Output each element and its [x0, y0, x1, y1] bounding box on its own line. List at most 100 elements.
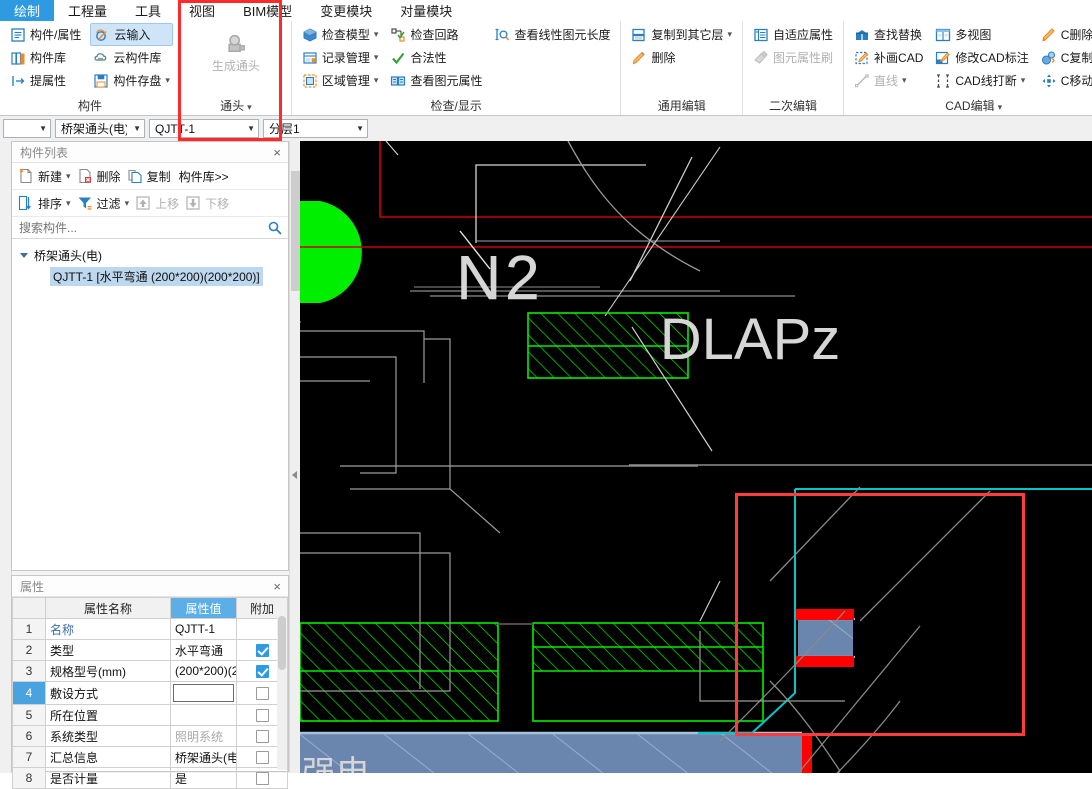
chevron-down-icon[interactable]: ▼ [247, 124, 255, 133]
ribbon-button-c-copy[interactable]: C复制 [1038, 46, 1092, 69]
expand-triangle-icon[interactable] [20, 252, 28, 258]
ribbon-button-properties[interactable]: 构件/属性 [7, 23, 84, 46]
search-icon[interactable] [267, 220, 283, 236]
ribbon-button-break-line[interactable]: CAD线打断 ▾ [932, 69, 1031, 92]
ribbon-button-extract[interactable]: 提属性 [7, 69, 84, 92]
component-button-filter[interactable]: 过滤 ▾ [74, 192, 133, 214]
ribbon-group-title[interactable]: CAD编辑 ▾ [848, 97, 1092, 115]
menu-item-1[interactable]: 绘制 [0, 0, 55, 21]
ribbon-group-title[interactable]: 通头 ▾ [185, 97, 287, 115]
ribbon-button-delete-pen[interactable]: 删除 [628, 46, 735, 69]
chevron-down-icon[interactable]: ▾ [1021, 75, 1026, 86]
list-item[interactable]: QJTT-1 [水平弯通 (200*200)(200*200)] [50, 267, 263, 286]
ribbon-button-find-replace[interactable]: 查找替换 [851, 23, 926, 46]
cad-drawing-canvas[interactable]: N2 DLAPz 强电 [300, 141, 1092, 773]
component-button-new-file[interactable]: 新建 ▾ [15, 165, 74, 187]
property-value-input[interactable] [173, 684, 234, 702]
ribbon-button-measure-length[interactable]: 查看线性图元长度 [491, 23, 613, 46]
ribbon-button-check-model[interactable]: 检查模型 ▾ [299, 23, 382, 46]
attach-checkbox[interactable] [255, 709, 269, 723]
ribbon-button-view-element-props[interactable]: 查看图元属性 [387, 69, 485, 92]
chevron-down-icon[interactable]: ▾ [374, 75, 379, 86]
ribbon-button-cloud-library[interactable]: 云构件库 [90, 46, 173, 69]
attach-checkbox[interactable] [255, 644, 269, 658]
property-value[interactable]: (200*200)(2... [170, 660, 237, 682]
ribbon-button-adaptive-property[interactable]: 自适应属性 [750, 23, 836, 46]
menu-item-2[interactable]: 工程量 [54, 0, 121, 21]
copy-file-icon [128, 169, 142, 184]
ribbon-button-copy-to-layer[interactable]: 复制到其它层 ▾ [628, 23, 735, 46]
ribbon-button-cloud-input[interactable]: 云输入 [90, 23, 173, 46]
table-row[interactable]: 2 类型 水平弯通 [12, 639, 288, 661]
scroll-left-arrow-icon[interactable] [292, 471, 297, 479]
ribbon-button-edit-cad-dim[interactable]: 修改CAD标注 [932, 46, 1031, 69]
chevron-down-icon[interactable]: ▾ [998, 102, 1003, 112]
chevron-down-icon[interactable]: ▼ [133, 124, 141, 133]
chevron-down-icon[interactable]: ▾ [727, 29, 732, 40]
component-button-sort[interactable]: 排序 ▾ [15, 192, 74, 214]
menu-item-7[interactable]: 对量模块 [386, 0, 466, 21]
table-row[interactable]: 6 系统类型 照明系统 [12, 725, 288, 747]
chevron-down-icon[interactable]: ▾ [374, 29, 379, 40]
selector-combo-2[interactable]: 桥架通头(电) ▼ [55, 119, 145, 138]
table-row[interactable]: 3规格型号(mm)(200*200)(2... [12, 660, 288, 682]
component-button-delete-file[interactable]: 删除 [74, 165, 124, 187]
ribbon-button-check-mark[interactable]: 合法性 [387, 46, 485, 69]
chevron-down-icon[interactable]: ▼ [356, 124, 364, 133]
ribbon-button-multi-view[interactable]: 多视图 [932, 23, 1031, 46]
attach-checkbox[interactable] [255, 730, 269, 744]
attach-checkbox[interactable] [255, 687, 269, 701]
property-value[interactable] [170, 681, 237, 705]
close-icon[interactable]: × [270, 580, 284, 593]
property-scrollbar[interactable] [277, 614, 287, 770]
ribbon-button-c-delete[interactable]: C删除 [1038, 23, 1092, 46]
chevron-down-icon[interactable]: ▾ [66, 171, 71, 182]
scrollbar-thumb[interactable] [291, 171, 300, 291]
chevron-down-icon[interactable]: ▾ [902, 75, 907, 86]
menu-item-5[interactable]: BIM模型 [229, 0, 306, 21]
table-row[interactable]: 7 汇总信息 桥架通头(电) [12, 746, 288, 768]
selector-combo-3[interactable]: QJTT-1 ▼ [149, 119, 259, 138]
ribbon-button-area-manage[interactable]: 区域管理 ▾ [299, 69, 382, 92]
table-row[interactable]: 1 名称 QJTT-1 [12, 618, 288, 640]
component-button-copy-file[interactable]: 复制 [124, 165, 174, 187]
chevron-down-icon[interactable]: ▼ [39, 124, 47, 133]
attach-checkbox[interactable] [255, 751, 269, 765]
selector-combo-1[interactable]: ▼ [3, 119, 51, 138]
ribbon-button-library[interactable]: 构件库 [7, 46, 84, 69]
tree-group[interactable]: 桥架通头(电) [12, 245, 288, 265]
property-value[interactable]: 照明系统 [170, 725, 237, 747]
selector-combo-4[interactable]: 分层1 ▼ [263, 119, 368, 138]
menu-item-3[interactable]: 工具 [121, 0, 175, 21]
search-row[interactable] [12, 217, 288, 239]
table-row[interactable]: 5 所在位置 [12, 704, 288, 726]
property-value[interactable] [170, 704, 237, 726]
ribbon-button-record-manage[interactable]: 记录管理 ▾ [299, 46, 382, 69]
menu-item-4[interactable]: 视图 [175, 0, 229, 21]
ribbon-button-draw-cad[interactable]: 补画CAD [851, 46, 926, 69]
attach-checkbox[interactable] [255, 772, 269, 786]
ribbon-button-check-circuit[interactable]: 检查回路 [387, 23, 485, 46]
table-row[interactable]: 8 是否计量是 [12, 767, 288, 789]
property-value[interactable]: QJTT-1 [170, 618, 237, 640]
property-value[interactable]: 桥架通头(电) [170, 746, 237, 768]
chevron-down-icon[interactable]: ▾ [66, 198, 71, 209]
chevron-down-icon[interactable]: ▾ [165, 75, 170, 86]
generate-fitting-icon [228, 34, 245, 53]
ribbon-button-save-component[interactable]: 构件存盘 ▾ [90, 69, 173, 92]
scrollbar-thumb[interactable] [278, 616, 286, 670]
attach-cell[interactable] [236, 767, 288, 789]
ribbon-button-label: 检查回路 [410, 28, 459, 42]
table-row[interactable]: 4 敷设方式 [12, 681, 288, 705]
component-library-link[interactable]: 构件库>> [179, 168, 229, 185]
attach-checkbox[interactable] [255, 665, 269, 679]
property-value[interactable]: 水平弯通 [170, 639, 237, 661]
chevron-down-icon[interactable]: ▾ [125, 198, 130, 209]
menu-item-6[interactable]: 变更模块 [306, 0, 386, 21]
ribbon-button-c-move[interactable]: C移动 [1038, 69, 1092, 92]
search-input[interactable] [17, 219, 267, 236]
property-value[interactable]: 是 [170, 767, 237, 789]
close-icon[interactable]: × [270, 146, 284, 159]
chevron-down-icon[interactable]: ▾ [374, 52, 379, 63]
chevron-down-icon[interactable]: ▾ [247, 102, 252, 112]
